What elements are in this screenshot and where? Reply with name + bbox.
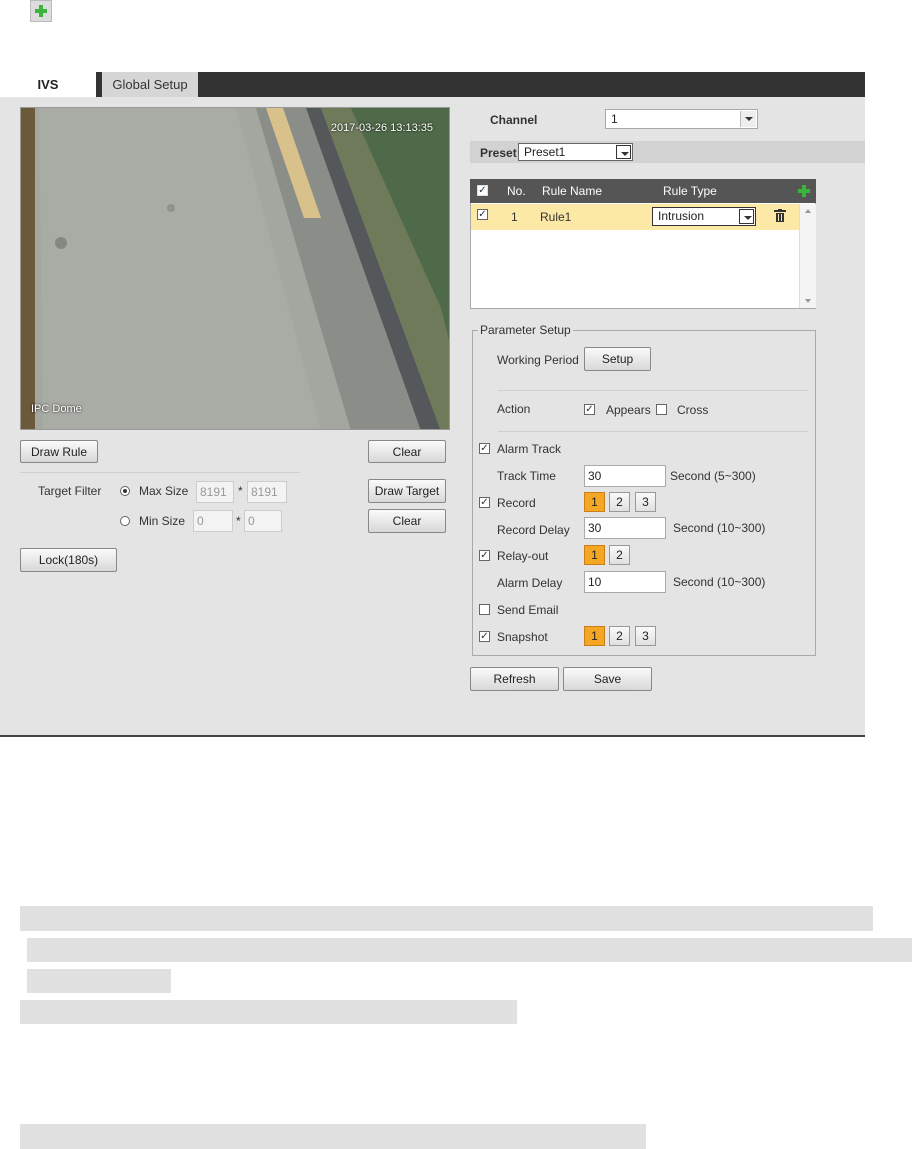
camera-scene: [21, 108, 449, 429]
record-label: Record: [497, 496, 536, 510]
divider: [20, 472, 300, 473]
add-rule-icon[interactable]: [797, 184, 811, 198]
rule-type-value: Intrusion: [658, 209, 705, 223]
chevron-down-icon: [739, 209, 754, 224]
draw-target-button[interactable]: Draw Target: [368, 479, 446, 503]
min-size-label: Min Size: [139, 514, 186, 528]
trash-icon[interactable]: [774, 209, 786, 222]
redacted-text-line: [27, 969, 171, 993]
relay-out-checkbox[interactable]: ✓: [479, 550, 490, 561]
alarm-delay-input[interactable]: 10: [584, 571, 666, 593]
channel-select[interactable]: 1: [605, 109, 758, 129]
record-delay-label: Record Delay: [497, 523, 570, 537]
relay-out-label: Relay-out: [497, 549, 549, 563]
snapshot-channel-3-button[interactable]: 3: [635, 626, 656, 646]
appears-label: Appears: [606, 403, 651, 417]
col-type-header: Rule Type: [663, 184, 717, 198]
preset-value: Preset1: [524, 145, 566, 159]
record-channel-3-button[interactable]: 3: [635, 492, 656, 512]
channel-value: 1: [611, 112, 618, 126]
divider: [498, 390, 808, 391]
redacted-text-line: [20, 1000, 517, 1024]
cross-checkbox[interactable]: [656, 404, 667, 415]
redacted-text-line: [27, 938, 912, 962]
chevron-down-icon: [740, 111, 756, 127]
lock-button[interactable]: Lock(180s): [20, 548, 117, 572]
alarm-track-label: Alarm Track: [497, 442, 562, 456]
min-size-radio[interactable]: [120, 516, 130, 526]
snapshot-channel-1-button[interactable]: 1: [584, 626, 605, 646]
record-delay-input[interactable]: 30: [584, 517, 666, 539]
draw-rule-button[interactable]: Draw Rule: [20, 440, 98, 463]
working-period-label: Working Period: [497, 353, 579, 367]
snapshot-channel-2-button[interactable]: 2: [609, 626, 630, 646]
preset-select[interactable]: Preset1: [518, 143, 633, 161]
channel-label: Channel: [490, 113, 538, 127]
relay-1-button[interactable]: 1: [584, 545, 605, 565]
col-no-header: No.: [507, 184, 526, 198]
alarm-delay-label: Alarm Delay: [497, 576, 563, 590]
tab-ivs[interactable]: IVS: [0, 72, 96, 97]
redacted-text-line: [20, 906, 873, 931]
times-sign: *: [238, 484, 243, 498]
record-channel-1-button[interactable]: 1: [584, 492, 605, 512]
max-width-input[interactable]: 8191: [196, 481, 234, 503]
send-email-label: Send Email: [497, 603, 559, 617]
save-button[interactable]: Save: [563, 667, 652, 691]
col-name-header: Rule Name: [542, 184, 603, 198]
track-time-unit: Second (5~300): [670, 469, 756, 483]
divider: [498, 431, 808, 432]
rule-no: 1: [511, 210, 518, 224]
setup-button[interactable]: Setup: [584, 347, 651, 371]
record-delay-unit: Second (10~300): [673, 521, 766, 535]
max-height-input[interactable]: 8191: [247, 481, 287, 503]
clear-target-button[interactable]: Clear: [368, 509, 446, 533]
tab-global-setup[interactable]: Global Setup: [102, 72, 198, 97]
alarm-delay-unit: Second (10~300): [673, 575, 766, 589]
max-size-label: Max Size: [139, 484, 189, 498]
video-timestamp: 2017-03-26 13:13:35: [330, 122, 433, 134]
select-all-checkbox[interactable]: ✓: [477, 185, 488, 196]
preset-label: Preset: [480, 146, 517, 160]
alarm-track-checkbox[interactable]: ✓: [479, 443, 490, 454]
add-icon[interactable]: [30, 0, 52, 22]
snapshot-label: Snapshot: [497, 630, 548, 644]
scrollbar[interactable]: [799, 204, 816, 308]
cross-label: Cross: [677, 403, 709, 417]
min-height-input[interactable]: 0: [244, 510, 282, 532]
record-channel-2-button[interactable]: 2: [609, 492, 630, 512]
snapshot-checkbox[interactable]: ✓: [479, 631, 490, 642]
chevron-down-icon: [616, 145, 631, 159]
parameter-setup-legend: Parameter Setup: [478, 323, 573, 337]
track-time-label: Track Time: [497, 469, 556, 483]
refresh-button[interactable]: Refresh: [470, 667, 559, 691]
send-email-checkbox[interactable]: [479, 604, 490, 615]
min-width-input[interactable]: 0: [193, 510, 233, 532]
rule-type-select[interactable]: Intrusion: [652, 207, 756, 226]
target-filter-label: Target Filter: [38, 484, 102, 498]
clear-rule-button[interactable]: Clear: [368, 440, 446, 463]
video-preview[interactable]: 2017-03-26 13:13:35 IPC Dome: [20, 107, 450, 430]
times-sign-2: *: [236, 514, 241, 528]
action-label: Action: [497, 402, 531, 416]
max-size-radio[interactable]: [120, 486, 130, 496]
redacted-text-line: [20, 1124, 646, 1149]
video-camera-name: IPC Dome: [31, 403, 82, 415]
track-time-input[interactable]: 30: [584, 465, 666, 487]
appears-checkbox[interactable]: ✓: [584, 404, 595, 415]
relay-2-button[interactable]: 2: [609, 545, 630, 565]
rule-checkbox[interactable]: ✓: [477, 209, 488, 220]
rule-name: Rule1: [540, 210, 572, 224]
record-checkbox[interactable]: ✓: [479, 497, 490, 508]
